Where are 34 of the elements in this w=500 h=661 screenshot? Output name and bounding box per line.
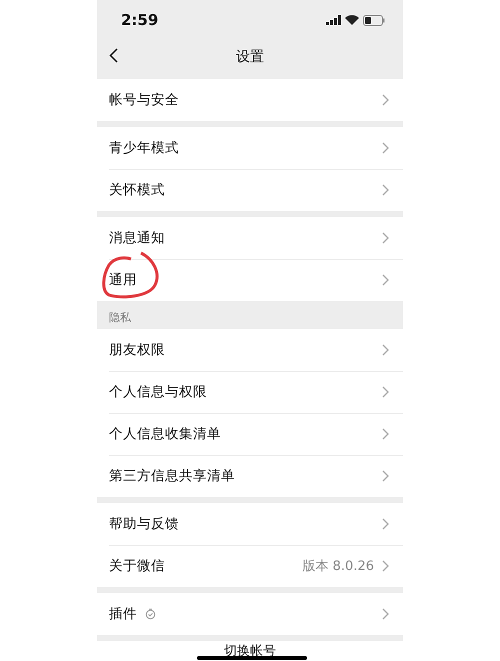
chevron-icon [382, 344, 389, 356]
plugin-icon [145, 608, 156, 620]
settings-item[interactable]: 插件 [97, 593, 403, 635]
settings-item[interactable]: 关怀模式 [97, 169, 403, 211]
chevron-icon [382, 142, 389, 154]
settings-item[interactable]: 消息通知 [97, 217, 403, 259]
settings-item[interactable]: 关于微信 版本 8.0.26 [97, 545, 403, 587]
wifi-icon [345, 15, 359, 25]
switch-account-button[interactable]: 切换帐号 [224, 644, 276, 661]
signal-icon [326, 15, 341, 25]
version-text: 版本 8.0.26 [302, 558, 374, 575]
chevron-icon [382, 608, 389, 620]
chevron-icon [382, 386, 389, 398]
chevron-icon [382, 560, 389, 572]
chevron-icon [382, 94, 389, 106]
settings-item[interactable]: 帮助与反馈 [97, 503, 403, 545]
chevron-icon [382, 470, 389, 482]
section-header: 隐私 [108, 310, 132, 326]
settings-item[interactable]: 第三方信息共享清单 [97, 455, 403, 497]
battery-icon [363, 14, 385, 26]
settings-item[interactable]: 帐号与安全 [97, 79, 403, 121]
settings-item[interactable]: 通用 [97, 259, 403, 301]
chevron-icon [382, 184, 389, 196]
page-title: 设置 [236, 48, 264, 66]
chevron-icon [382, 428, 389, 440]
back-icon[interactable] [109, 48, 118, 63]
chevron-icon [382, 518, 389, 530]
settings-item[interactable]: 个人信息收集清单 [97, 413, 403, 455]
chevron-icon [382, 274, 389, 286]
settings-item[interactable]: 个人信息与权限 [97, 371, 403, 413]
settings-item[interactable]: 朋友权限 [97, 329, 403, 371]
status-time: 2:59 [121, 11, 158, 29]
chevron-icon [382, 232, 389, 244]
settings-item[interactable]: 青少年模式 [97, 127, 403, 169]
